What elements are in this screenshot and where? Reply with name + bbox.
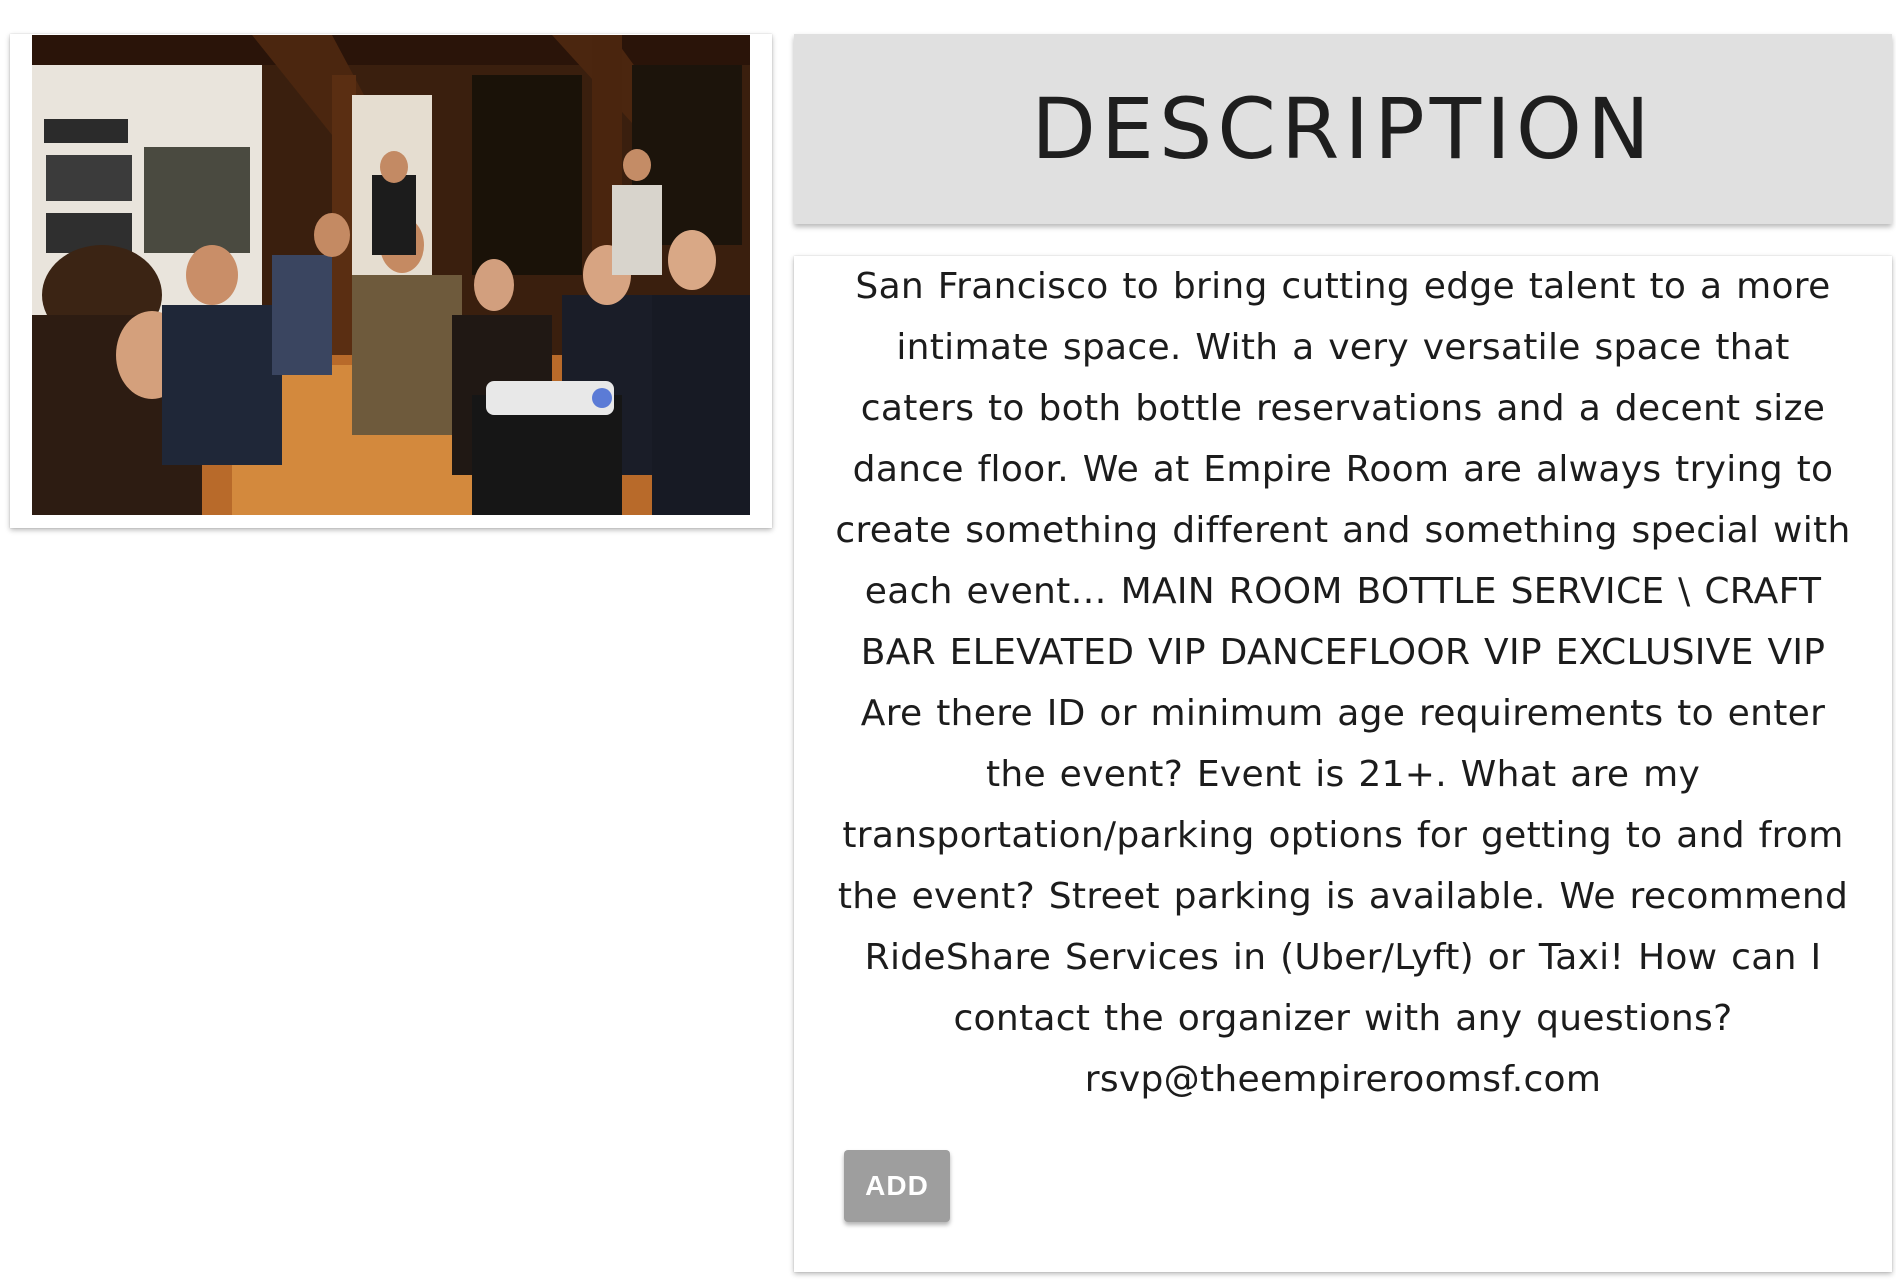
event-photo-card bbox=[10, 34, 772, 528]
description-title: DESCRIPTION bbox=[1031, 80, 1655, 178]
description-text: San Francisco to bring cutting edge tale… bbox=[835, 266, 1851, 1100]
description-card: San Francisco to bring cutting edge tale… bbox=[794, 256, 1892, 1272]
page: DESCRIPTION San Francisco to bring cutti… bbox=[0, 0, 1896, 1282]
event-photo bbox=[32, 35, 750, 515]
description-header: DESCRIPTION bbox=[794, 34, 1892, 224]
add-button[interactable]: ADD bbox=[844, 1150, 950, 1222]
